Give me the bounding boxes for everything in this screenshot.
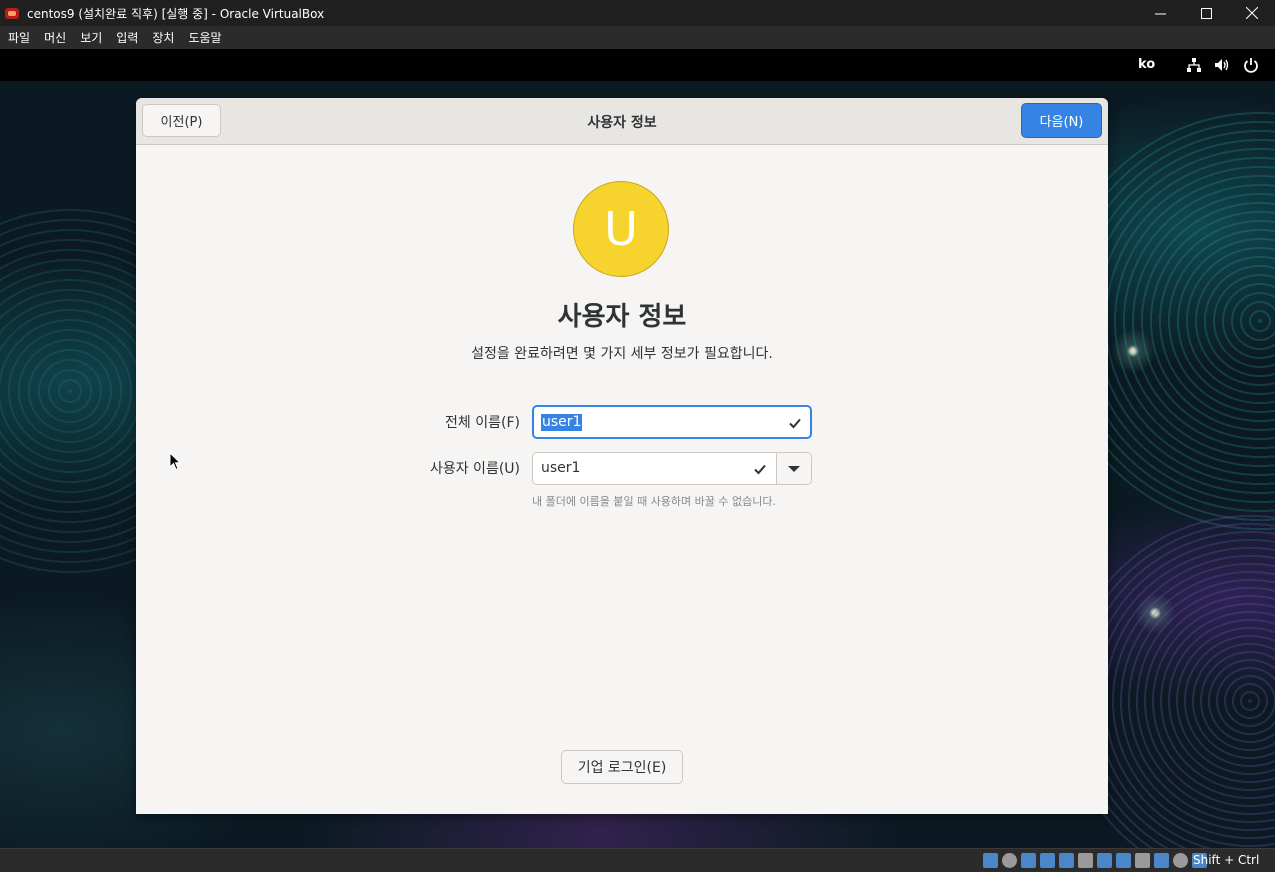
minimize-icon	[1154, 13, 1166, 14]
mouse-integration-icon[interactable]	[1173, 853, 1188, 868]
chevron-down-icon	[788, 465, 800, 472]
cpu-icon[interactable]	[1135, 853, 1150, 868]
username-hint: 내 폴더에 이름을 붙일 때 사용하며 바꿀 수 없습니다.	[532, 495, 776, 508]
username-dropdown-button[interactable]	[776, 453, 811, 484]
username-label: 사용자 이름(U)	[429, 461, 520, 477]
audio-icon[interactable]	[1021, 853, 1036, 868]
shared-folder-icon[interactable]	[1078, 853, 1093, 868]
maximize-button[interactable]	[1183, 0, 1229, 26]
window-controls	[1137, 0, 1275, 26]
menu-input[interactable]: 입력	[116, 29, 138, 46]
next-button[interactable]: 다음(N)	[1021, 103, 1102, 138]
close-icon	[1246, 7, 1258, 19]
host-key-label: Shift + Ctrl	[1193, 853, 1260, 867]
optical-drive-icon[interactable]	[1002, 853, 1017, 868]
menubar: 파일 머신 보기 입력 장치 도움말	[0, 26, 1275, 49]
window-titlebar: centos9 (설치완료 직후) [실행 중] - Oracle Virtua…	[0, 0, 1275, 26]
status-icons	[983, 853, 1211, 868]
volume-icon[interactable]	[1214, 57, 1230, 73]
usb-icon[interactable]	[1059, 853, 1074, 868]
virtualbox-app-icon	[4, 6, 20, 20]
virtualization-icon[interactable]	[1154, 853, 1169, 868]
setup-headerbar: 이전(P) 사용자 정보 다음(N)	[136, 98, 1108, 145]
display-icon[interactable]	[1097, 853, 1112, 868]
menu-view[interactable]: 보기	[80, 29, 102, 46]
full-name-value: user1	[541, 414, 583, 431]
header-title: 사용자 정보	[587, 115, 657, 131]
menu-devices[interactable]: 장치	[152, 29, 174, 46]
initial-setup-window: 이전(P) 사용자 정보 다음(N) U 사용자 정보 설정을 완료하려면 몇 …	[136, 98, 1108, 814]
hard-disk-icon[interactable]	[983, 853, 998, 868]
check-icon	[754, 464, 766, 475]
guest-topbar: ko	[0, 49, 1275, 81]
vm-statusbar: Shift + Ctrl	[0, 848, 1275, 872]
minimize-button[interactable]	[1137, 0, 1183, 26]
mouse-cursor-icon	[169, 452, 181, 471]
language-indicator[interactable]: ko	[1138, 57, 1155, 72]
menu-help[interactable]: 도움말	[188, 29, 221, 46]
close-button[interactable]	[1229, 0, 1275, 26]
check-icon	[789, 418, 801, 429]
avatar[interactable]: U	[573, 181, 669, 277]
username-combo[interactable]: user1	[532, 452, 812, 485]
full-name-input[interactable]: user1	[532, 405, 812, 439]
power-icon[interactable]	[1243, 57, 1259, 73]
menu-file[interactable]: 파일	[8, 29, 30, 46]
maximize-icon	[1200, 7, 1212, 19]
menu-machine[interactable]: 머신	[44, 29, 66, 46]
network-adapter-icon[interactable]	[1040, 853, 1055, 868]
page-subtitle: 설정을 완료하려면 몇 가지 세부 정보가 필요합니다.	[471, 346, 773, 362]
full-name-label: 전체 이름(F)	[445, 415, 520, 431]
username-value: user1	[541, 460, 581, 476]
recording-icon[interactable]	[1116, 853, 1131, 868]
window-title: centos9 (설치완료 직후) [실행 중] - Oracle Virtua…	[27, 6, 325, 21]
network-icon[interactable]	[1186, 57, 1202, 73]
page-title: 사용자 정보	[557, 302, 687, 332]
enterprise-login-button[interactable]: 기업 로그인(E)	[561, 750, 683, 784]
